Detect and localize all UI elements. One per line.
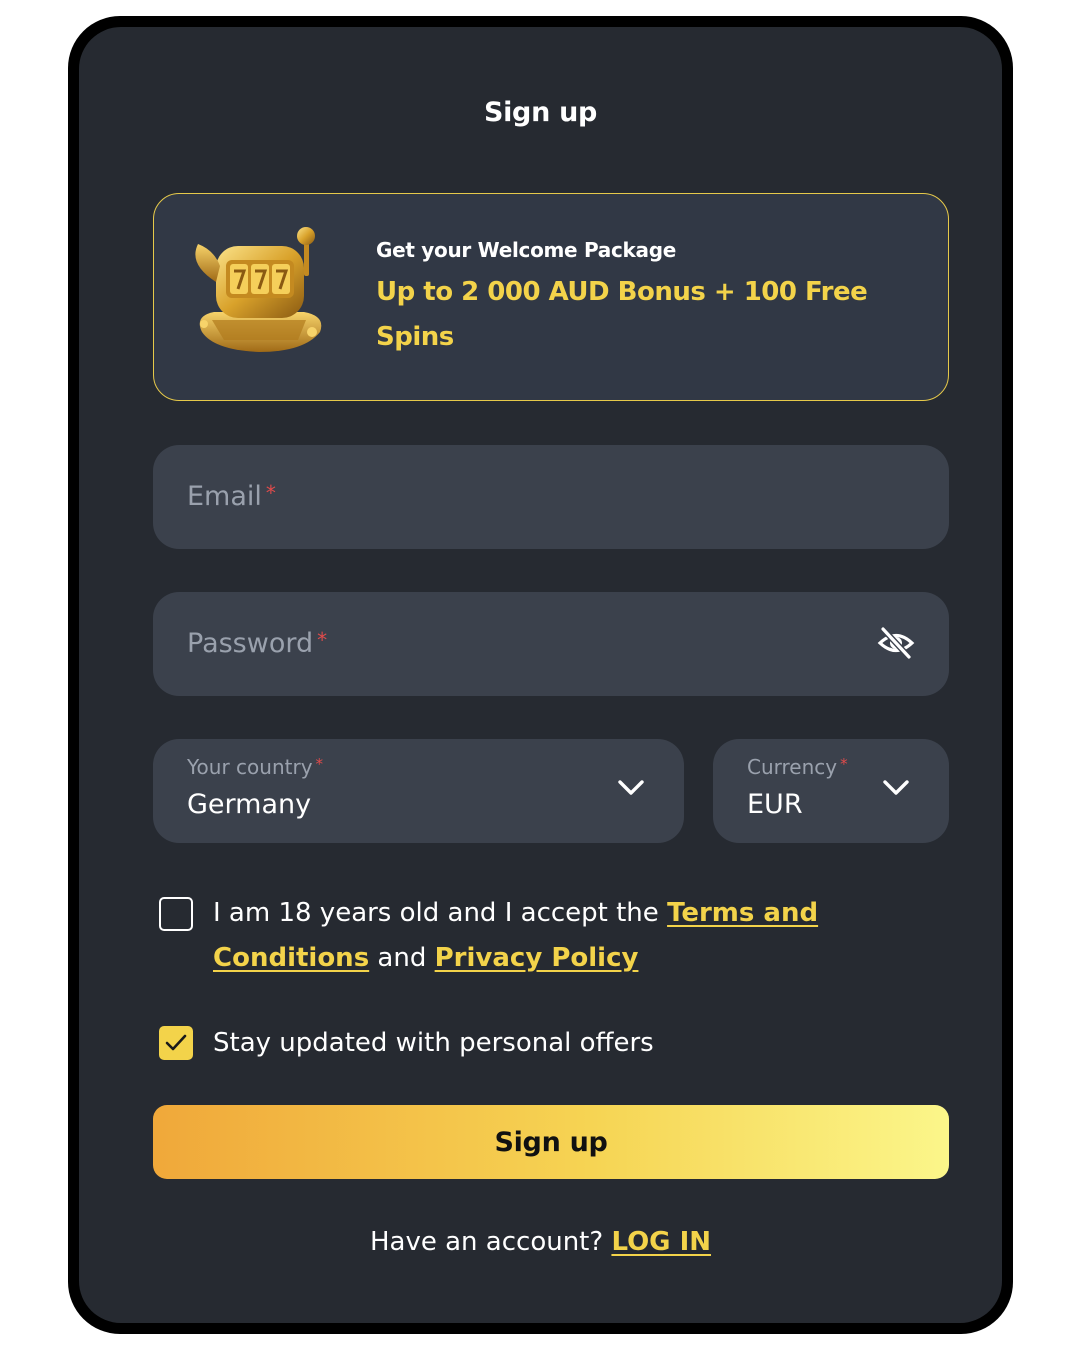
page-title: Sign up xyxy=(483,97,598,128)
offers-checkbox[interactable] xyxy=(159,1026,193,1060)
login-prompt: Have an account? LOG IN xyxy=(369,1227,712,1257)
login-link[interactable]: LOG IN xyxy=(611,1227,711,1257)
terms-checkbox[interactable] xyxy=(159,897,193,931)
country-select[interactable]: Your country * Germany xyxy=(153,739,684,843)
terms-consent: I am 18 years old and I accept the Terms… xyxy=(159,891,859,981)
slot-machine-icon xyxy=(195,227,322,352)
required-mark: * xyxy=(840,755,848,773)
email-field[interactable]: Email * xyxy=(153,445,949,549)
password-label: Password * xyxy=(187,628,328,659)
device-frame: Sign up Get your Welcome Package Up to 2… xyxy=(68,16,1013,1334)
offers-consent: Stay updated with personal offers xyxy=(159,1023,859,1063)
country-label: Your country * xyxy=(187,755,324,779)
password-field[interactable]: Password * xyxy=(153,592,949,696)
checkmark-icon xyxy=(165,1034,187,1051)
promo-offer: Up to 2 000 AUD Bonus + 100 Free Spins xyxy=(376,277,868,352)
terms-text: I am 18 years old and I accept the Terms… xyxy=(213,898,819,973)
signup-button[interactable]: Sign up xyxy=(153,1105,949,1179)
welcome-package-banner: Get your Welcome Package Up to 2 000 AUD… xyxy=(153,193,949,401)
chevron-down-icon xyxy=(883,780,909,795)
signup-card: Sign up Get your Welcome Package Up to 2… xyxy=(79,27,1002,1323)
currency-value: EUR xyxy=(747,789,803,820)
required-mark: * xyxy=(315,755,324,773)
required-mark: * xyxy=(265,481,276,505)
email-label: Email * xyxy=(187,481,276,512)
promo-kicker: Get your Welcome Package xyxy=(376,238,677,262)
offers-text: Stay updated with personal offers xyxy=(213,1028,654,1058)
privacy-link[interactable]: Privacy Policy xyxy=(435,943,639,973)
currency-label: Currency * xyxy=(747,755,848,779)
country-value: Germany xyxy=(187,789,312,820)
eye-slash-icon[interactable] xyxy=(877,626,915,660)
required-mark: * xyxy=(317,628,328,652)
chevron-down-icon xyxy=(618,780,644,795)
currency-select[interactable]: Currency * EUR xyxy=(713,739,949,843)
